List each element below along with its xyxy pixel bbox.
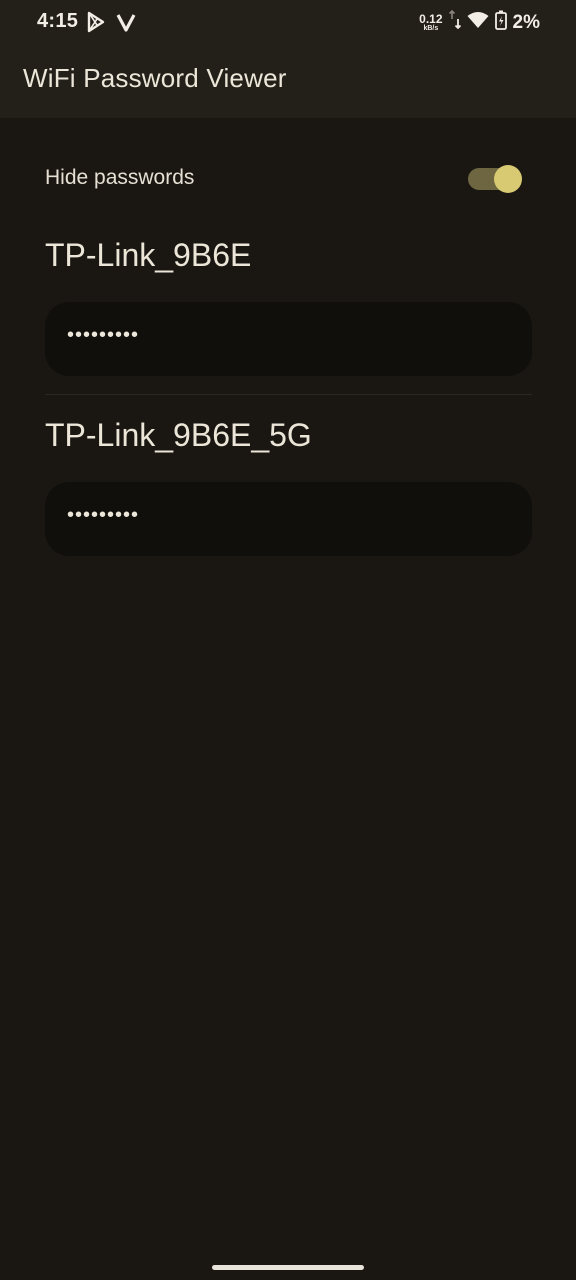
password-field[interactable]: ••••••••• [45, 302, 532, 376]
password-value: ••••••••• [67, 504, 140, 526]
hide-passwords-switch[interactable] [468, 165, 522, 193]
home-indicator[interactable] [212, 1265, 364, 1270]
battery-percent: 2% [512, 11, 540, 33]
network-name: TP-Link_9B6E [45, 237, 252, 273]
network-speed-unit: kB/s [423, 25, 439, 32]
network-name: TP-Link_9B6E_5G [45, 417, 312, 453]
password-value: ••••••••• [67, 324, 140, 346]
v-app-icon [116, 12, 136, 37]
network-speed: 0.12 kB/s [419, 13, 442, 32]
status-right-icons: 0.12 kB/s 2% [419, 9, 540, 36]
password-field[interactable]: ••••••••• [45, 482, 532, 556]
network-speed-value: 0.12 [419, 12, 443, 26]
status-time: 4:15 [37, 10, 79, 32]
wifi-icon [467, 11, 489, 34]
battery-charging-icon [494, 10, 507, 35]
screen: 4:15 0.12 kB/s 2% WiFi Password Viewer H… [0, 0, 576, 1280]
play-store-icon [86, 11, 106, 38]
data-transfer-icon [448, 9, 461, 36]
status-bar: 4:15 0.12 kB/s 2% [0, 0, 576, 44]
divider [45, 394, 532, 395]
hide-passwords-label: Hide passwords [45, 166, 195, 189]
app-bar: WiFi Password Viewer [0, 44, 576, 118]
hide-passwords-row[interactable]: Hide passwords [45, 158, 532, 198]
app-title: WiFi Password Viewer [23, 63, 287, 93]
status-left-icons [86, 11, 136, 38]
switch-thumb[interactable] [494, 165, 522, 193]
